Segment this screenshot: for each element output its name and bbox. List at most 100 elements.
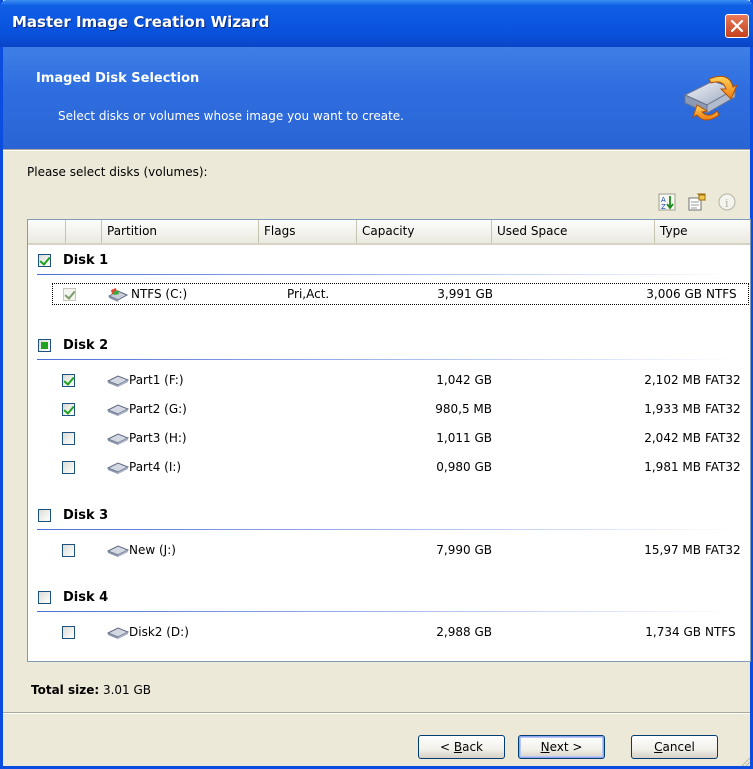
partition-name: Part3 (H:)	[129, 431, 187, 445]
partition-used: 15,97 MB	[644, 543, 701, 557]
properties-icon[interactable]	[687, 192, 707, 212]
header-flags[interactable]: Flags	[258, 220, 356, 243]
close-button[interactable]	[725, 14, 749, 38]
partition-row[interactable]: NTFS (C:) Pri,Act. 3,991 GB 3,006 GB NTF…	[52, 283, 749, 305]
partition-row[interactable]: Part2 (G:) 980,5 MB 1,933 MB FAT32	[28, 399, 750, 421]
disk-label: Disk 1	[63, 253, 109, 268]
list-header: Partition Flags Capacity Used Space Type	[28, 220, 750, 245]
partition-checkbox[interactable]	[62, 626, 75, 639]
disk-list[interactable]: Partition Flags Capacity Used Space Type…	[27, 219, 751, 662]
banner-title: Imaged Disk Selection	[36, 71, 200, 86]
back-rest: ack	[462, 740, 483, 754]
close-icon	[730, 19, 744, 33]
select-prompt: Please select disks (volumes):	[27, 165, 208, 179]
partition-type: FAT32	[705, 460, 741, 474]
partition-checkbox[interactable]	[62, 432, 75, 445]
disk-group[interactable]: Disk 3	[28, 502, 750, 530]
disk-group[interactable]: Disk 1	[28, 247, 750, 275]
partition-row[interactable]: Disk2 (D:) 2,988 GB 1,734 GB NTFS	[28, 622, 750, 644]
partition-capacity: 1,042 GB	[436, 373, 492, 387]
svg-text:Z: Z	[661, 203, 666, 211]
back-button[interactable]: < Back	[418, 735, 505, 759]
info-icon: i	[717, 192, 737, 212]
disk-icon	[107, 433, 129, 445]
total-size: Total size: 3.01 GB	[31, 683, 151, 697]
footer-divider	[3, 712, 750, 714]
disk-icon	[107, 404, 129, 416]
partition-used: 2,042 MB	[644, 431, 701, 445]
partition-type: FAT32	[705, 543, 741, 557]
partition-capacity: 0,980 GB	[436, 460, 492, 474]
header-partition[interactable]: Partition	[101, 220, 258, 243]
partition-name: Part1 (F:)	[129, 373, 184, 387]
partition-name: Part2 (G:)	[129, 402, 187, 416]
group-divider	[37, 611, 737, 612]
system-disk-icon	[108, 288, 128, 302]
disk-label: Disk 2	[63, 338, 109, 353]
window-title: Master Image Creation Wizard	[12, 13, 270, 31]
partition-type: FAT32	[705, 402, 741, 416]
group-divider	[37, 274, 737, 275]
wizard-banner: Imaged Disk Selection Select disks or vo…	[3, 47, 750, 149]
partition-capacity: 3,991 GB	[437, 287, 493, 301]
disk-checkbox[interactable]	[38, 591, 51, 604]
partition-type: FAT32	[705, 431, 741, 445]
partition-type: NTFS	[705, 625, 736, 639]
disk-icon	[107, 375, 129, 387]
partition-name: Disk2 (D:)	[129, 625, 189, 639]
partition-used: 3,006 GB	[646, 287, 702, 301]
partition-checkbox[interactable]	[62, 374, 75, 387]
cancel-button[interactable]: Cancel	[631, 735, 718, 759]
disk-label: Disk 3	[63, 508, 109, 523]
partition-row[interactable]: New (J:) 7,990 GB 15,97 MB FAT32	[28, 540, 750, 562]
disk-icon	[107, 627, 129, 639]
disk-checkbox[interactable]	[38, 339, 51, 352]
svg-text:i: i	[725, 197, 729, 210]
partition-row[interactable]: Part3 (H:) 1,011 GB 2,042 MB FAT32	[28, 428, 750, 450]
title-bar[interactable]: Master Image Creation Wizard	[0, 0, 753, 47]
header-capacity[interactable]: Capacity	[356, 220, 491, 243]
disk-label: Disk 4	[63, 590, 109, 605]
wizard-window: Master Image Creation Wizard Imaged Disk…	[0, 0, 753, 769]
disk-checkbox[interactable]	[38, 254, 51, 267]
banner-subtitle: Select disks or volumes whose image you …	[58, 109, 404, 123]
disk-group[interactable]: Disk 2	[28, 332, 750, 360]
total-size-value: 3.01 GB	[102, 683, 152, 697]
partition-used: 1,981 MB	[644, 460, 701, 474]
partition-row[interactable]: Part4 (I:) 0,980 GB 1,981 MB FAT32	[28, 457, 750, 479]
disk-arrow-icon	[683, 75, 738, 121]
partition-name: Part4 (I:)	[129, 460, 182, 474]
partition-name: NTFS (C:)	[131, 287, 188, 301]
banner-divider	[3, 149, 750, 151]
header-type[interactable]: Type	[654, 220, 750, 243]
disk-checkbox[interactable]	[38, 509, 51, 522]
partition-capacity: 1,011 GB	[436, 431, 492, 445]
partition-used: 2,102 MB	[644, 373, 701, 387]
back-mnemonic: B	[453, 740, 463, 754]
cancel-rest: ancel	[662, 740, 695, 754]
sort-icon[interactable]: A Z	[657, 192, 677, 212]
cancel-mnemonic: C	[654, 740, 663, 754]
header-check-col	[65, 220, 101, 243]
group-divider	[37, 359, 737, 360]
next-rest: ext >	[549, 740, 583, 754]
resize-grip-icon[interactable]	[741, 757, 751, 767]
partition-checkbox[interactable]	[62, 461, 75, 474]
partition-type: NTFS	[706, 287, 737, 301]
back-prefix: <	[439, 740, 454, 754]
partition-checkbox[interactable]	[63, 288, 76, 301]
partition-name: New (J:)	[129, 543, 176, 557]
partition-capacity: 7,990 GB	[436, 543, 492, 557]
disk-group[interactable]: Disk 4	[28, 584, 750, 612]
next-button[interactable]: Next >	[518, 735, 605, 759]
partition-used: 1,734 GB	[645, 625, 701, 639]
partition-used: 1,933 MB	[644, 402, 701, 416]
partition-checkbox[interactable]	[62, 403, 75, 416]
total-size-label: Total size:	[31, 683, 100, 697]
partition-row[interactable]: Part1 (F:) 1,042 GB 2,102 MB FAT32	[28, 370, 750, 392]
header-used-space[interactable]: Used Space	[491, 220, 654, 243]
partition-checkbox[interactable]	[62, 544, 75, 557]
disk-icon	[107, 462, 129, 474]
partition-capacity: 2,988 GB	[436, 625, 492, 639]
partition-capacity: 980,5 MB	[435, 402, 492, 416]
